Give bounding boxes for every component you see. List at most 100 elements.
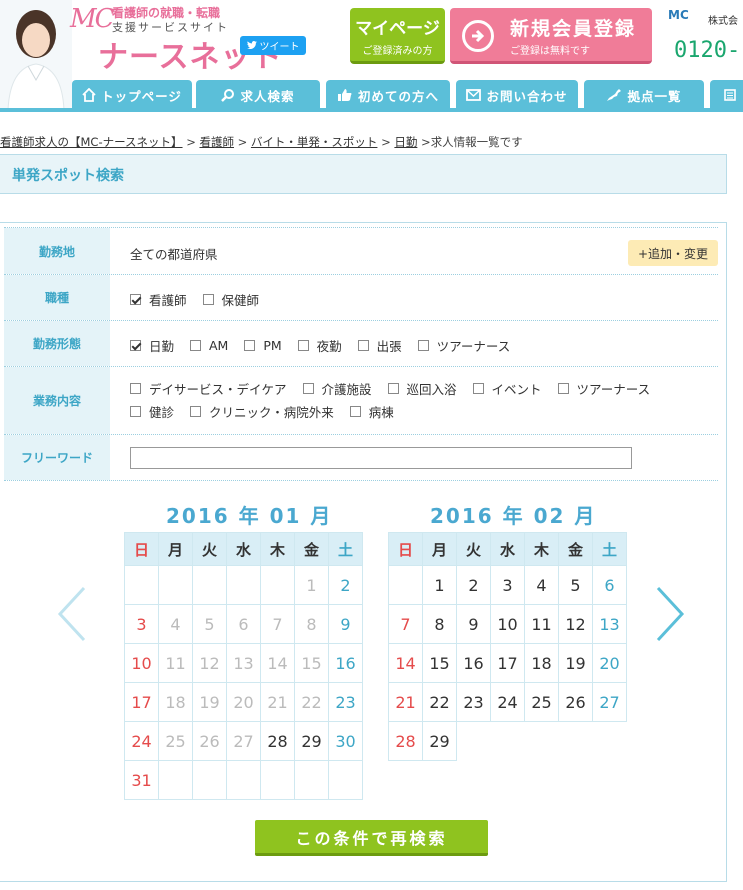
- calendar-empty-cell: [192, 760, 227, 800]
- calendar-day: 24: [124, 721, 159, 761]
- calendar-day[interactable]: 21: [388, 682, 423, 722]
- calendar-empty-cell: [226, 760, 261, 800]
- weekday-header: 金: [294, 532, 329, 566]
- research-button[interactable]: この条件で再検索: [255, 820, 488, 856]
- calendar-day[interactable]: 23: [456, 682, 491, 722]
- weekday-header: 土: [592, 532, 627, 566]
- calendar-day[interactable]: 31: [124, 760, 159, 800]
- nav-more[interactable]: [710, 80, 743, 110]
- checkbox-ward[interactable]: 病棟: [349, 402, 394, 421]
- nav-label: トップページ: [101, 88, 182, 104]
- calendar-day[interactable]: 1: [422, 565, 457, 605]
- checkbox-tour-nurse-duty[interactable]: ツアーナース: [557, 379, 650, 398]
- weekday-header: 木: [524, 532, 559, 566]
- nav-label: 拠点一覧: [627, 88, 682, 104]
- calendar-february: 日月火水木金土 1 2 3 4 5 6 7 8 9 10 11 12 13 14 15 16 17 18 19 20 21…: [388, 532, 627, 761]
- calendar-day[interactable]: 12: [558, 604, 593, 644]
- weekday-header: 木: [260, 532, 295, 566]
- nav-locations[interactable]: 拠点一覧: [584, 80, 704, 110]
- calendar-day: 19: [192, 682, 227, 722]
- checkbox-day-service[interactable]: デイサービス・デイケア: [130, 379, 287, 398]
- checkbox-tour-nurse[interactable]: ツアーナース: [417, 336, 510, 355]
- nav-first-time[interactable]: 初めての方へ: [326, 80, 450, 110]
- calendar-day[interactable]: 3: [490, 565, 525, 605]
- checkbox-unchecked[interactable]: [202, 294, 214, 305]
- checkbox-health-check[interactable]: 健診: [130, 402, 174, 421]
- weekday-header: 火: [192, 532, 227, 566]
- calendar-empty-cell: [558, 721, 593, 761]
- weekday-header: 水: [490, 532, 525, 566]
- calendar-day[interactable]: 19: [558, 643, 593, 683]
- freeword-input[interactable]: [130, 447, 632, 469]
- row-work-style: 勤務形態 日勤 AM PM 夜勤 出張 ツアーナース: [4, 321, 718, 367]
- calendar-day[interactable]: 18: [524, 643, 559, 683]
- calendar-day[interactable]: 30: [328, 721, 363, 761]
- calendar-day[interactable]: 26: [558, 682, 593, 722]
- calendar-day[interactable]: 27: [592, 682, 627, 722]
- checkbox-am[interactable]: AM: [190, 338, 228, 353]
- add-change-button[interactable]: +追加・変更: [628, 240, 718, 266]
- calendar-day[interactable]: 11: [524, 604, 559, 644]
- breadcrumb-link[interactable]: 日勤: [394, 135, 417, 149]
- calendar-day: 1: [294, 565, 329, 605]
- calendar-day[interactable]: 9: [456, 604, 491, 644]
- tweet-button[interactable]: ツイート: [240, 36, 306, 55]
- breadcrumb-link[interactable]: バイト・単発・スポット: [251, 135, 378, 149]
- calendar-day[interactable]: 5: [558, 565, 593, 605]
- chevron-right-icon[interactable]: [650, 584, 690, 644]
- checkbox-night-shift[interactable]: 夜勤: [297, 336, 342, 355]
- checkbox-checked[interactable]: [130, 294, 141, 305]
- calendar-day[interactable]: 15: [422, 643, 457, 683]
- chevron-left-icon[interactable]: [52, 584, 92, 644]
- register-title: 新規会員登録: [510, 18, 637, 40]
- breadcrumb-link[interactable]: 看護師: [199, 135, 234, 149]
- calendar-day[interactable]: 29: [422, 721, 457, 761]
- checkbox-care-facility[interactable]: 介護施設: [302, 379, 372, 398]
- checkbox-public-health-nurse[interactable]: 保健師: [202, 290, 259, 309]
- calendar-day: 15: [294, 643, 329, 683]
- mypage-button[interactable]: マイページ ご登録済みの方: [350, 8, 445, 64]
- calendar-day[interactable]: 24: [490, 682, 525, 722]
- weekday-header: 土: [328, 532, 363, 566]
- calendar-day[interactable]: 28: [260, 721, 295, 761]
- calendar-day[interactable]: 29: [294, 721, 329, 761]
- checkbox-nurse[interactable]: 看護師: [130, 290, 187, 309]
- calendar-day[interactable]: 16: [456, 643, 491, 683]
- calendar-day[interactable]: 28: [388, 721, 423, 761]
- register-button[interactable]: 新規会員登録 ご登録は無料です: [450, 8, 652, 64]
- breadcrumb-link[interactable]: 看護師求人の【MC-ナースネット】: [0, 135, 183, 149]
- row-duties: 業務内容 デイサービス・デイケア 介護施設 巡回入浴 イベント ツアーナース 健…: [4, 367, 718, 435]
- section-title-bar: 単発スポット検索: [0, 154, 727, 194]
- calendar-day[interactable]: 2: [456, 565, 491, 605]
- calendar-day[interactable]: 10: [490, 604, 525, 644]
- checkbox-event[interactable]: イベント: [472, 379, 542, 398]
- nav-job-search[interactable]: 求人検索: [196, 80, 320, 110]
- calendar-empty-cell: [226, 565, 261, 605]
- logo-mc: MC: [70, 4, 114, 34]
- calendar-day[interactable]: 22: [422, 682, 457, 722]
- location-value: 全ての都道府県: [130, 247, 218, 262]
- checkbox-pm[interactable]: PM: [244, 338, 282, 353]
- checkbox-clinic[interactable]: クリニック・病院外来: [190, 402, 334, 421]
- calendar-day[interactable]: 6: [592, 565, 627, 605]
- calendar-day[interactable]: 8: [422, 604, 457, 644]
- calendar-day: 26: [192, 721, 227, 761]
- calendar-day[interactable]: 14: [388, 643, 423, 683]
- calendar-day[interactable]: 17: [490, 643, 525, 683]
- nav-top-page[interactable]: トップページ: [72, 80, 192, 110]
- checkbox-business-trip[interactable]: 出張: [357, 336, 402, 355]
- calendar-empty-cell: [260, 565, 295, 605]
- calendar-day[interactable]: 4: [524, 565, 559, 605]
- breadcrumb: 看護師求人の【MC-ナースネット】 > 看護師 > バイト・単発・スポット > …: [0, 135, 523, 149]
- calendar-day[interactable]: 20: [592, 643, 627, 683]
- calendar-day[interactable]: 13: [592, 604, 627, 644]
- checkbox-bathing[interactable]: 巡回入浴: [387, 379, 457, 398]
- nav-underline: [0, 108, 743, 112]
- nav-label: お問い合わせ: [486, 88, 568, 104]
- section-title: 単発スポット検索: [12, 168, 124, 184]
- calendar-day[interactable]: 25: [524, 682, 559, 722]
- checkbox-day-shift[interactable]: 日勤: [130, 336, 174, 355]
- nav-contact[interactable]: お問い合わせ: [456, 80, 578, 110]
- site-logo[interactable]: MC 看護師の就職・転職 支援サービスサイト ナースネット: [68, 2, 348, 75]
- calendar-day[interactable]: 7: [388, 604, 423, 644]
